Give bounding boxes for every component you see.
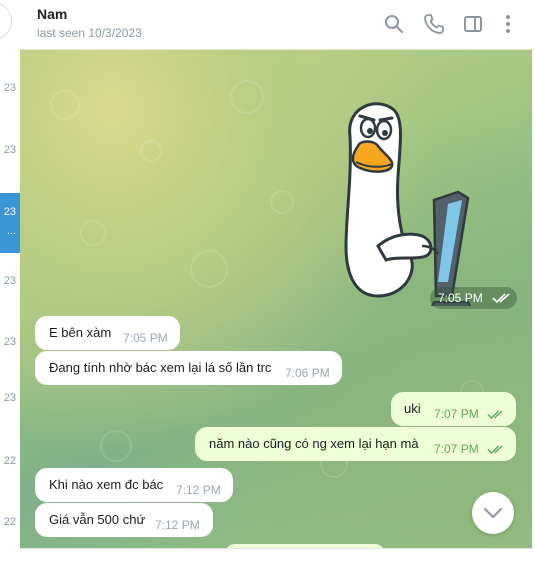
message-text: Giá vẫn 500 chứ xyxy=(49,512,146,527)
chat-header[interactable]: Nam last seen 10/3/2023 xyxy=(20,0,534,50)
incoming-message-bubble[interactable]: Đang tính nhờ bác xem lại lá số lần trc … xyxy=(35,351,342,385)
chat-list-strip: 23 23 23 ... 23 23 23 22 22 xyxy=(0,0,21,564)
message-text: Đang tính nhờ bác xem lại lá số lần trc xyxy=(49,360,272,375)
message-time: 7:07 PM xyxy=(434,442,479,456)
message-time: 7:06 PM xyxy=(285,366,330,380)
chevron-down-icon xyxy=(484,508,502,518)
chat-list-date[interactable]: 23 xyxy=(0,82,20,94)
chat-list-avatar[interactable] xyxy=(0,2,12,40)
sticker-time-badge: 7:05 PM xyxy=(430,287,517,309)
incoming-message-bubble[interactable]: E bên xàm 7:05 PM xyxy=(35,316,180,350)
contact-status: last seen 10/3/2023 xyxy=(37,26,142,40)
outgoing-message-bubble[interactable]: uki 7:07 PM xyxy=(391,392,516,426)
chat-list-date[interactable]: 22 xyxy=(0,455,20,467)
phone-icon[interactable] xyxy=(422,12,446,36)
message-time: 7:07 PM xyxy=(434,407,479,421)
scroll-to-bottom-button[interactable] xyxy=(472,492,514,534)
chat-area[interactable]: 7:05 PM E bên xàm 7:05 PM Đang tính nhờ … xyxy=(20,50,532,548)
chat-list-date[interactable]: 22 xyxy=(0,516,20,528)
chat-list-active-preview: ... xyxy=(6,225,16,237)
outgoing-message-bubble[interactable]: năm nào cũng có ng xem lại hạn mà 7:07 P… xyxy=(195,427,516,461)
wallpaper-doodle xyxy=(230,80,264,114)
chat-list-date[interactable]: 23 xyxy=(0,392,20,404)
message-time: 7:12 PM xyxy=(176,483,221,497)
wallpaper-doodle xyxy=(190,250,228,288)
chat-list-date[interactable]: 23 xyxy=(0,336,20,348)
incoming-message-bubble[interactable]: Khi nào xem đc bác 7:12 PM xyxy=(35,468,233,502)
chat-list-date[interactable]: 23 xyxy=(0,144,20,156)
incoming-message-bubble[interactable]: Giá vẫn 500 chứ 7:12 PM xyxy=(35,503,213,537)
more-vertical-icon[interactable] xyxy=(496,12,520,36)
sticker-time: 7:05 PM xyxy=(438,291,483,305)
duck-at-computer-sticker[interactable] xyxy=(338,96,488,306)
message-time: 7:12 PM xyxy=(155,518,200,532)
chat-list-active-date: 23 xyxy=(3,206,16,218)
message-text: Khi nào xem đc bác xyxy=(49,477,164,492)
chat-list-item-active[interactable]: 23 ... xyxy=(0,193,20,253)
double-check-icon xyxy=(487,410,503,420)
wallpaper-doodle xyxy=(100,430,132,462)
double-check-icon xyxy=(492,293,510,304)
wallpaper-doodle xyxy=(50,90,80,120)
wallpaper-doodle xyxy=(270,190,294,214)
wallpaper-doodle xyxy=(140,140,162,162)
search-icon[interactable] xyxy=(382,12,406,36)
message-time: 7:05 PM xyxy=(123,331,168,345)
message-text: uki xyxy=(404,401,421,416)
chat-list-date[interactable]: 23 xyxy=(0,275,20,287)
message-text: E bên xàm xyxy=(49,325,112,340)
message-composer[interactable] xyxy=(20,548,534,565)
sidebar-toggle-icon[interactable] xyxy=(461,12,485,36)
contact-name[interactable]: Nam xyxy=(37,6,67,22)
wallpaper-doodle xyxy=(80,220,106,246)
message-text: năm nào cũng có ng xem lại hạn mà xyxy=(209,436,419,451)
double-check-icon xyxy=(487,445,503,455)
